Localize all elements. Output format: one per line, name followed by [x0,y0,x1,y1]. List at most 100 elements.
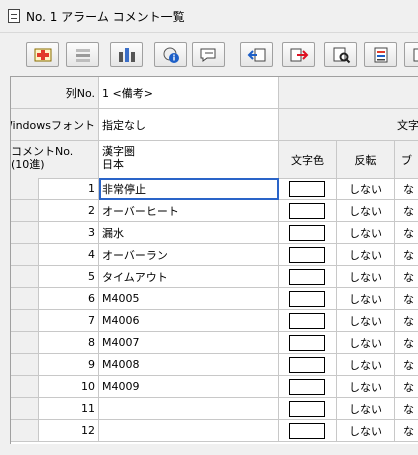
text-color-cell[interactable] [279,420,337,442]
row-selector[interactable] [11,310,39,332]
comment-edit-icon [200,48,215,62]
invert-cell[interactable]: しない [337,222,395,244]
more-button[interactable] [404,42,418,67]
delete-row-icon [75,48,90,62]
comment-cell[interactable]: M4007 [99,332,279,354]
invert-cell[interactable]: しない [337,266,395,288]
invert-cell[interactable]: しない [337,178,395,200]
blink-cell[interactable]: な [395,354,418,376]
text-color-cell[interactable] [279,398,337,420]
add-row-icon [34,48,51,61]
comment-cell[interactable] [99,398,279,420]
color-swatch[interactable] [289,269,325,285]
blink-cell[interactable]: な [395,288,418,310]
comment-edit-button[interactable] [192,42,225,67]
text-color-cell[interactable] [279,310,337,332]
comment-cell[interactable]: M4005 [99,288,279,310]
text-color-cell[interactable] [279,200,337,222]
row-number: 6 [39,288,99,310]
color-swatch[interactable] [289,379,325,395]
column-settings-button[interactable] [110,42,143,67]
export-excel-button[interactable] [282,42,315,67]
row-selector[interactable] [11,266,39,288]
text-color-cell[interactable] [279,244,337,266]
invert-cell[interactable]: しない [337,376,395,398]
add-row-button[interactable] [26,42,59,67]
invert-cell[interactable]: しない [337,398,395,420]
print-button[interactable] [364,42,397,67]
blink-cell[interactable]: な [395,398,418,420]
row-selector[interactable] [11,288,39,310]
windows-font-value[interactable]: 指定なし [99,109,279,141]
row-selector[interactable] [11,376,39,398]
row-selector[interactable] [11,222,39,244]
comment-cell[interactable]: オーバーヒート [99,200,279,222]
color-swatch[interactable] [289,357,325,373]
comment-cell[interactable]: タイムアウト [99,266,279,288]
comment-no-header: コメントNo. (10進) [11,141,99,179]
row-number: 12 [39,420,99,442]
window-bottom [0,444,418,455]
text-color-cell[interactable] [279,266,337,288]
text-color-cell[interactable] [279,376,337,398]
row-selector[interactable] [11,332,39,354]
comment-cell[interactable]: 非常停止 [99,178,279,200]
print-icon [374,47,387,62]
comment-cell[interactable]: オーバーラン [99,244,279,266]
invert-cell[interactable]: しない [337,310,395,332]
invert-cell[interactable]: しない [337,420,395,442]
col-no-label: 列No. [11,77,99,109]
kanji-header: 漢字圏 日本 [99,141,279,179]
color-swatch[interactable] [289,335,325,351]
color-swatch[interactable] [289,291,325,307]
row-selector[interactable] [11,354,39,376]
col-no-value[interactable]: 1 <備考> [99,77,279,109]
window-icon [8,9,20,23]
blink-cell[interactable]: な [395,420,418,442]
delete-row-button[interactable] [66,42,99,67]
comment-cell[interactable]: M4009 [99,376,279,398]
text-color-cell[interactable] [279,354,337,376]
invert-cell[interactable]: しない [337,200,395,222]
color-swatch[interactable] [289,401,325,417]
row-number: 11 [39,398,99,420]
color-swatch[interactable] [289,181,325,197]
text-color-header: 文字色 [279,141,337,179]
row-selector[interactable] [11,398,39,420]
blink-cell[interactable]: な [395,332,418,354]
blink-cell[interactable]: な [395,178,418,200]
invert-cell[interactable]: しない [337,288,395,310]
text-color-cell[interactable] [279,222,337,244]
import-button[interactable] [240,42,273,67]
text-color-cell[interactable] [279,332,337,354]
blink-cell[interactable]: な [395,310,418,332]
color-swatch[interactable] [289,225,325,241]
blink-cell[interactable]: な [395,376,418,398]
blink-cell[interactable]: な [395,222,418,244]
row-selector[interactable] [11,200,39,222]
row-selector[interactable] [11,244,39,266]
comment-cell[interactable]: M4006 [99,310,279,332]
row-number: 1 [39,178,99,200]
row-selector[interactable] [11,178,39,200]
color-swatch[interactable] [289,313,325,329]
blink-header: ブ [395,141,418,179]
comment-grid: 列No. 1 <備考> Windowsフォント 指定なし 文字 コメントNo. … [10,76,418,444]
find-button[interactable] [324,42,357,67]
comment-cell[interactable] [99,420,279,442]
color-swatch[interactable] [289,247,325,263]
comment-cell[interactable]: 漏水 [99,222,279,244]
color-swatch[interactable] [289,203,325,219]
row-selector[interactable] [11,420,39,442]
invert-cell[interactable]: しない [337,332,395,354]
invert-cell[interactable]: しない [337,244,395,266]
info-button[interactable] [154,42,187,67]
blink-cell[interactable]: な [395,200,418,222]
text-color-cell[interactable] [279,288,337,310]
text-color-cell[interactable] [279,178,337,200]
comment-cell[interactable]: M4008 [99,354,279,376]
blink-cell[interactable]: な [395,244,418,266]
color-swatch[interactable] [289,423,325,439]
blink-cell[interactable]: な [395,266,418,288]
invert-cell[interactable]: しない [337,354,395,376]
